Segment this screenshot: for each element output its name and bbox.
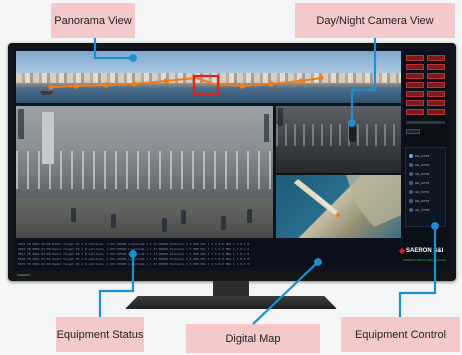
equipment-list-item[interactable]: CH_6 PTZ bbox=[409, 199, 429, 204]
main-camera-view[interactable] bbox=[16, 106, 273, 238]
saeron-logo-icon bbox=[398, 247, 406, 255]
monitor-stand-neck bbox=[213, 281, 249, 297]
equipment-control-panel: CH_1 PTZ CH_2 PTZ CH_3 PTZ CH_4 PTZ CH_5… bbox=[403, 51, 448, 268]
night-cam-person bbox=[349, 124, 356, 142]
equipment-status-panel: 0015 TB 0001 01:00 Radar Target ID 1 N L… bbox=[16, 240, 401, 268]
panorama-track-point[interactable] bbox=[163, 78, 169, 84]
control-option-box[interactable] bbox=[406, 129, 420, 134]
control-button[interactable] bbox=[406, 64, 424, 70]
control-button[interactable] bbox=[427, 109, 445, 115]
camera-person bbox=[111, 214, 116, 228]
radio-icon bbox=[409, 190, 413, 195]
control-button[interactable] bbox=[406, 91, 424, 97]
panorama-track-point[interactable] bbox=[318, 75, 324, 81]
camera-person bbox=[247, 209, 252, 223]
saeron-logo-text: SAERON S&I bbox=[406, 248, 444, 254]
callout-digital-map: Digital Map bbox=[186, 324, 320, 353]
equipment-list-item[interactable]: CH_5 PTZ bbox=[409, 190, 429, 195]
map-coast bbox=[346, 175, 401, 227]
camera-ground bbox=[16, 198, 273, 238]
radio-icon bbox=[409, 154, 413, 159]
control-button[interactable] bbox=[406, 73, 424, 79]
panorama-track-line bbox=[50, 76, 322, 88]
callout-day-night-camera-view: Day/Night Camera View bbox=[295, 3, 455, 38]
control-button[interactable] bbox=[406, 82, 424, 88]
camera-person bbox=[181, 210, 186, 224]
panorama-track-point[interactable] bbox=[73, 83, 79, 89]
control-slider[interactable] bbox=[406, 121, 445, 124]
radio-icon bbox=[409, 163, 413, 168]
monitor-stand-base bbox=[125, 296, 337, 309]
map-track-line bbox=[315, 194, 339, 216]
camera-person bbox=[71, 208, 76, 222]
control-button[interactable] bbox=[406, 100, 424, 106]
control-button[interactable] bbox=[427, 55, 445, 61]
equipment-list-item[interactable]: CH_2 PTZ bbox=[409, 163, 429, 168]
camera-person bbox=[162, 218, 167, 232]
equipment-list: CH_1 PTZ CH_2 PTZ CH_3 PTZ CH_4 PTZ CH_5… bbox=[405, 147, 446, 227]
panorama-vessel bbox=[40, 91, 54, 95]
control-button[interactable] bbox=[406, 55, 424, 61]
control-button[interactable] bbox=[427, 82, 445, 88]
camera-tower bbox=[42, 112, 54, 164]
camera-fence bbox=[16, 151, 273, 189]
callout-digital-map-text: Digital Map bbox=[225, 332, 281, 345]
camera-zoom-bar[interactable] bbox=[264, 114, 269, 142]
radio-icon bbox=[409, 181, 413, 186]
control-button[interactable] bbox=[427, 91, 445, 97]
callout-equipment-control-text: Equipment Control bbox=[354, 328, 447, 341]
callout-day-night-camera-view-text: Day/Night Camera View bbox=[316, 14, 434, 27]
callout-panorama-view: Panorama View bbox=[51, 3, 135, 38]
status-row: 0019 TB 0001 01:00 Radar Target ID 1 N L… bbox=[18, 262, 250, 266]
callout-equipment-status: Equipment Status bbox=[56, 317, 144, 352]
panorama-track-point[interactable] bbox=[48, 84, 54, 90]
radio-icon bbox=[409, 208, 413, 213]
callout-equipment-status-text: Equipment Status bbox=[56, 328, 144, 341]
callout-panorama-view-text: Panorama View bbox=[54, 14, 132, 27]
control-button[interactable] bbox=[427, 64, 445, 70]
radio-icon bbox=[409, 172, 413, 177]
control-button[interactable] bbox=[427, 100, 445, 106]
panorama-track-point[interactable] bbox=[131, 81, 137, 87]
radio-icon bbox=[409, 199, 413, 204]
day-night-camera-view[interactable] bbox=[276, 106, 401, 173]
panorama-overlay bbox=[40, 74, 324, 96]
panorama-track-point[interactable] bbox=[239, 83, 245, 89]
panorama-view[interactable] bbox=[16, 51, 401, 103]
control-button[interactable] bbox=[406, 109, 424, 115]
callout-equipment-control: Equipment Control bbox=[341, 317, 460, 352]
digital-map[interactable] bbox=[276, 175, 401, 238]
camera-person bbox=[221, 216, 226, 230]
map-overlay bbox=[294, 175, 401, 227]
equipment-list-item[interactable]: CH_1 PTZ bbox=[409, 154, 429, 159]
map-target-marker[interactable] bbox=[336, 213, 340, 217]
panorama-track-point[interactable] bbox=[268, 81, 274, 87]
night-cam-fence bbox=[276, 124, 401, 146]
equipment-list-item[interactable]: CH_7 PTZ bbox=[409, 208, 429, 213]
camera-side-toolbar bbox=[18, 109, 24, 139]
saeron-logo-subtext: SAERON S&I All rights reserved bbox=[403, 258, 447, 262]
monitor-brand: SAERON bbox=[17, 273, 30, 277]
night-cam-toolbar[interactable] bbox=[278, 108, 283, 126]
equipment-list-item[interactable]: CH_3 PTZ bbox=[409, 172, 429, 177]
panorama-track-point[interactable] bbox=[298, 78, 304, 84]
equipment-list-item[interactable]: CH_4 PTZ bbox=[409, 181, 429, 186]
screen: 0015 TB 0001 01:00 Radar Target ID 1 N L… bbox=[14, 48, 450, 271]
control-button[interactable] bbox=[427, 73, 445, 79]
panorama-track-point[interactable] bbox=[103, 82, 109, 88]
